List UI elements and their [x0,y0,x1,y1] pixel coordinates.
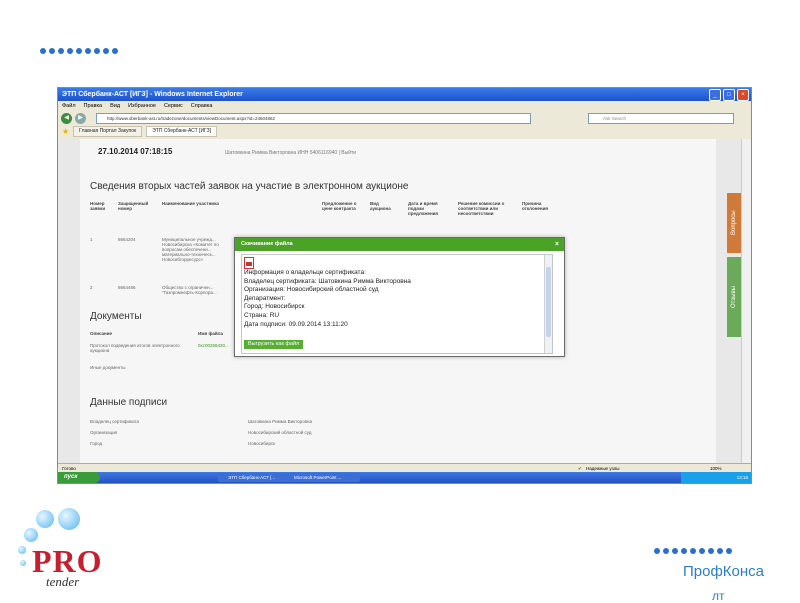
minimize-button[interactable]: _ [709,89,721,101]
bids-header: Причина отклонения [522,201,549,211]
info-line: Владелец сертификата: Шатовкина Римма Ви… [244,277,411,285]
bid-participant-name: Общество с ограничен... "Газпромнефть-Ко… [162,285,217,295]
info-line: Дата подписи: 09.09.2014 13:11:20 [244,320,348,328]
section-bids-title: Сведения вторых частей заявок на участие… [90,181,409,192]
section-docs-title: Документы [90,311,142,322]
user-info[interactable]: Шатовкина Римма Викторовна ИНН 540611694… [225,150,356,156]
address-toolbar: ◀ ▶ http://www.sberbank-ast.ru/tradezone… [58,111,751,125]
info-line: Организация: Новосибирский областной суд [244,286,379,294]
doc-description: Иные документы [90,365,126,370]
current-datetime: 27.10.2014 07:18:15 [98,147,173,156]
info-line: Город: Новосибирск [244,303,305,311]
system-tray-clock: 13:18 [681,472,751,483]
info-line: Страна: RU [244,311,280,319]
menu-file[interactable]: Файл [62,101,76,111]
bids-header: Номер заявки [90,201,106,211]
side-tab-reviews[interactable]: Отзывы [727,257,741,337]
bid-participant-name: Муниципальное учрежд... Новосибирска «Ко… [162,237,219,262]
window-title: ЭТП Сбербанк-АСТ [ИГЗ] - Windows Interne… [62,91,243,98]
menu-edit[interactable]: Правка [84,101,103,111]
sig-label: Город [90,441,103,446]
tab-portal[interactable]: Главная Портал Закупок [73,126,143,137]
menu-view[interactable]: Вид [110,101,120,111]
bids-header: Предложение о цене контракта [322,201,357,211]
pdf-document-icon [244,257,254,269]
tab-etp[interactable]: ЭТП Сбербанк-АСТ [ИГЗ] [146,126,218,137]
sig-label: Организация [90,430,118,435]
back-button[interactable]: ◀ [61,112,72,124]
docs-header: Имя файла [198,331,224,336]
section-signature-title: Данные подписи [90,397,168,408]
decorative-dots-bottom [654,548,732,554]
dialog-title: Скачивание файла [235,238,564,251]
menu-help[interactable]: Справка [191,101,213,111]
download-dialog: Скачивание файла × Информация о владельц… [234,237,565,357]
brand-name-cut: лт [712,589,725,603]
close-window-button[interactable]: × [737,89,749,101]
address-input[interactable]: http://www.sberbank-ast.ru/tradezone/doc… [96,113,531,124]
logo-tender-text: tender [46,574,80,589]
menu-favorites[interactable]: Избранное [128,101,156,111]
sig-value: Новосибирск [248,441,276,446]
doc-file-link[interactable]: 0xc00259420... [198,343,229,348]
bids-header: Наименование участника [162,201,219,206]
pro-tender-logo: PRO tender [18,508,168,590]
browser-screenshot: ЭТП Сбербанк-АСТ [ИГЗ] - Windows Interne… [57,87,752,484]
taskbar-item-browser[interactable]: ЭТП Сбербанк-АСТ [... [218,473,288,482]
sig-value: Шатовкина Римма Викторовна [248,419,313,424]
tabs-bar: ★ Главная Портал Закупок ЭТП Сбербанк-АС… [58,125,751,138]
taskbar-item-powerpoint[interactable]: Microsoft PowerPoint ... [284,473,360,482]
bid-number: 2 [90,285,93,290]
bid-protected-number: 8664486 [118,285,136,290]
bids-header: Дата и время подачи предложения [408,201,439,216]
sig-label: Владелец сертификата [90,419,139,424]
dialog-body: Информация о владельце сертификата: Влад… [241,254,553,354]
info-line: Информация о владельце сертификата: [244,269,366,276]
side-tab-questions[interactable]: Вопросы [727,193,741,253]
download-as-file-button[interactable]: Выгрузить как файл [244,340,304,349]
page-viewport: 27.10.2014 07:18:15 Шатовкина Римма Викт… [58,139,741,463]
doc-description: Протокол подведения итогов электронного … [90,343,180,353]
sig-value: Новосибирский областной суд [248,430,312,435]
maximize-button[interactable]: □ [723,89,735,101]
page-scrollbar[interactable] [741,139,751,463]
bid-protected-number: 8664204 [118,237,136,242]
certificate-info: Информация о владельце сертификата: Влад… [244,269,411,329]
dialog-close-button[interactable]: × [555,238,559,251]
signature-table: Владелец сертификата Шатовкина Римма Вик… [90,419,572,459]
bid-number: 1 [90,237,93,242]
dialog-scrollbar[interactable] [544,255,552,353]
search-input[interactable]: Ask Search [588,113,734,124]
window-titlebar: ЭТП Сбербанк-АСТ [ИГЗ] - Windows Interne… [58,88,751,101]
bids-header: Решение комиссии о соответствии или несо… [458,201,505,216]
forward-button[interactable]: ▶ [75,112,86,124]
docs-header: Описание [90,331,113,336]
bids-header: Вид аукциона [370,201,391,211]
bids-header: Защищенный номер [118,201,149,211]
favorites-star-icon[interactable]: ★ [62,127,69,136]
menu-tools[interactable]: Сервис [164,101,183,111]
brand-name: ПрофКонса [683,563,765,580]
decorative-dots-top [40,48,118,54]
taskbar: пуск ЭТП Сбербанк-АСТ [... Microsoft Pow… [58,472,751,483]
menu-bar: Файл Правка Вид Избранное Сервис Справка [58,101,751,111]
start-button[interactable]: пуск [58,472,100,483]
